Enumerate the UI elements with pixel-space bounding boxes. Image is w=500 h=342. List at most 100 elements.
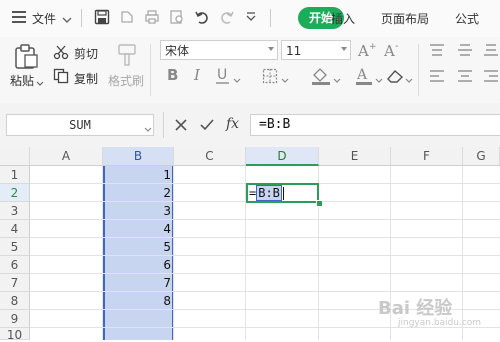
column-header-f[interactable]: F: [391, 147, 463, 166]
watermark-url: jingyan.baidu.com: [398, 318, 482, 328]
font-size-select[interactable]: 11: [281, 40, 351, 60]
row-header-10[interactable]: 10: [0, 328, 30, 342]
row-header-9[interactable]: 9: [0, 310, 30, 328]
font-name-value: 宋体: [165, 44, 190, 58]
chevron-down-icon[interactable]: [62, 13, 72, 27]
tab-insert[interactable]: 插入: [331, 10, 355, 27]
row-header-4[interactable]: 4: [0, 220, 30, 238]
chevron-down-icon[interactable]: [333, 73, 341, 87]
decrease-font-icon[interactable]: A-: [383, 40, 403, 63]
chevron-down-icon[interactable]: [405, 73, 413, 87]
tab-page-layout[interactable]: 页面布局: [381, 10, 429, 27]
redo-icon[interactable]: [219, 9, 235, 25]
svg-text:B: B: [167, 66, 178, 84]
paste-icon[interactable]: [13, 43, 39, 72]
row-header-5[interactable]: 5: [0, 238, 30, 256]
row-header-1[interactable]: 1: [0, 166, 30, 184]
chevron-down-icon[interactable]: [233, 73, 241, 87]
format-painter-button[interactable]: 格式刷: [108, 72, 144, 89]
align-right-icon[interactable]: [484, 70, 498, 85]
gridline: [30, 237, 500, 238]
cell-edit-text[interactable]: = B:B: [249, 184, 284, 202]
cell-b5[interactable]: 5: [103, 238, 171, 256]
cell-b2[interactable]: 2: [103, 184, 171, 202]
chevron-down-icon: [268, 47, 274, 51]
column-header-g[interactable]: G: [463, 147, 500, 166]
font-color-icon[interactable]: A: [355, 66, 373, 89]
row-header-2[interactable]: 2: [0, 184, 30, 202]
divider: [418, 44, 419, 96]
file-menu[interactable]: 文件: [32, 10, 56, 27]
row-header-6[interactable]: 6: [0, 256, 30, 274]
gridline: [30, 291, 500, 292]
chevron-down-icon[interactable]: [375, 73, 383, 87]
fill-handle[interactable]: [316, 200, 323, 207]
cut-icon[interactable]: [53, 44, 69, 63]
cell-b8[interactable]: 8: [103, 292, 171, 310]
copy-icon[interactable]: [53, 68, 69, 87]
text-cursor: [282, 187, 284, 200]
svg-text:A: A: [357, 42, 369, 60]
cell-b6[interactable]: 6: [103, 256, 171, 274]
cell-b4[interactable]: 4: [103, 220, 171, 238]
copy-button[interactable]: 复制: [74, 70, 98, 87]
align-top-icon[interactable]: [430, 44, 444, 59]
align-center-icon[interactable]: [458, 70, 472, 85]
divider: [270, 9, 271, 27]
underline-icon[interactable]: U: [215, 66, 231, 89]
chevron-down-icon[interactable]: [281, 73, 289, 87]
increase-font-icon[interactable]: A +: [357, 40, 377, 63]
formula-input-value: =B:B: [259, 117, 291, 132]
hamburger-icon[interactable]: [12, 11, 26, 23]
export-pdf-icon[interactable]: [119, 9, 135, 25]
formula-input[interactable]: =B:B: [250, 114, 500, 136]
chevron-down-icon: [341, 47, 347, 51]
align-left-icon[interactable]: [430, 70, 444, 85]
save-icon[interactable]: [94, 9, 110, 25]
align-middle-icon[interactable]: [458, 44, 472, 59]
insert-function-button[interactable]: fx: [226, 116, 239, 132]
fill-color-icon[interactable]: [311, 66, 331, 89]
paste-button[interactable]: 粘贴: [10, 72, 34, 89]
column-header-c[interactable]: C: [174, 147, 246, 166]
gridline: [30, 255, 500, 256]
divider: [150, 44, 151, 96]
cut-button[interactable]: 剪切: [74, 45, 98, 62]
name-box[interactable]: SUM: [6, 114, 154, 136]
chevron-down-icon[interactable]: [144, 122, 152, 136]
select-all-corner[interactable]: [0, 147, 30, 166]
align-bottom-icon[interactable]: [484, 44, 498, 59]
column-header-a[interactable]: A: [30, 147, 103, 166]
svg-text:I: I: [193, 66, 201, 84]
column-header-b[interactable]: B: [103, 147, 174, 166]
bold-icon[interactable]: B: [166, 66, 182, 87]
gridline: [173, 166, 174, 340]
print-preview-icon[interactable]: [169, 9, 185, 25]
divider: [81, 9, 82, 27]
svg-text:-: -: [395, 41, 399, 52]
undo-icon[interactable]: [194, 9, 210, 25]
column-header-e[interactable]: E: [319, 147, 391, 166]
gridline: [30, 219, 500, 220]
column-header-d[interactable]: D: [246, 147, 319, 166]
print-icon[interactable]: [144, 9, 160, 25]
font-name-select[interactable]: 宋体: [160, 40, 278, 60]
eraser-icon[interactable]: [386, 68, 404, 87]
border-icon[interactable]: [262, 68, 278, 87]
more-icon[interactable]: [246, 11, 256, 26]
row-header-7[interactable]: 7: [0, 274, 30, 292]
svg-text:U: U: [217, 67, 227, 83]
row-header-3[interactable]: 3: [0, 202, 30, 220]
cancel-icon[interactable]: [174, 118, 188, 135]
confirm-icon[interactable]: [199, 118, 215, 135]
format-painter-icon[interactable]: [116, 43, 138, 70]
row-header-8[interactable]: 8: [0, 292, 30, 310]
cell-b1[interactable]: 1: [103, 166, 171, 184]
italic-icon[interactable]: I: [192, 66, 208, 87]
cell-b7[interactable]: 7: [103, 274, 171, 292]
tab-formulas[interactable]: 公式: [455, 10, 479, 27]
gridline: [462, 166, 463, 340]
cell-b3[interactable]: 3: [103, 202, 171, 220]
chevron-down-icon[interactable]: [36, 76, 44, 90]
cell-edit-reference: B:B: [256, 185, 282, 201]
